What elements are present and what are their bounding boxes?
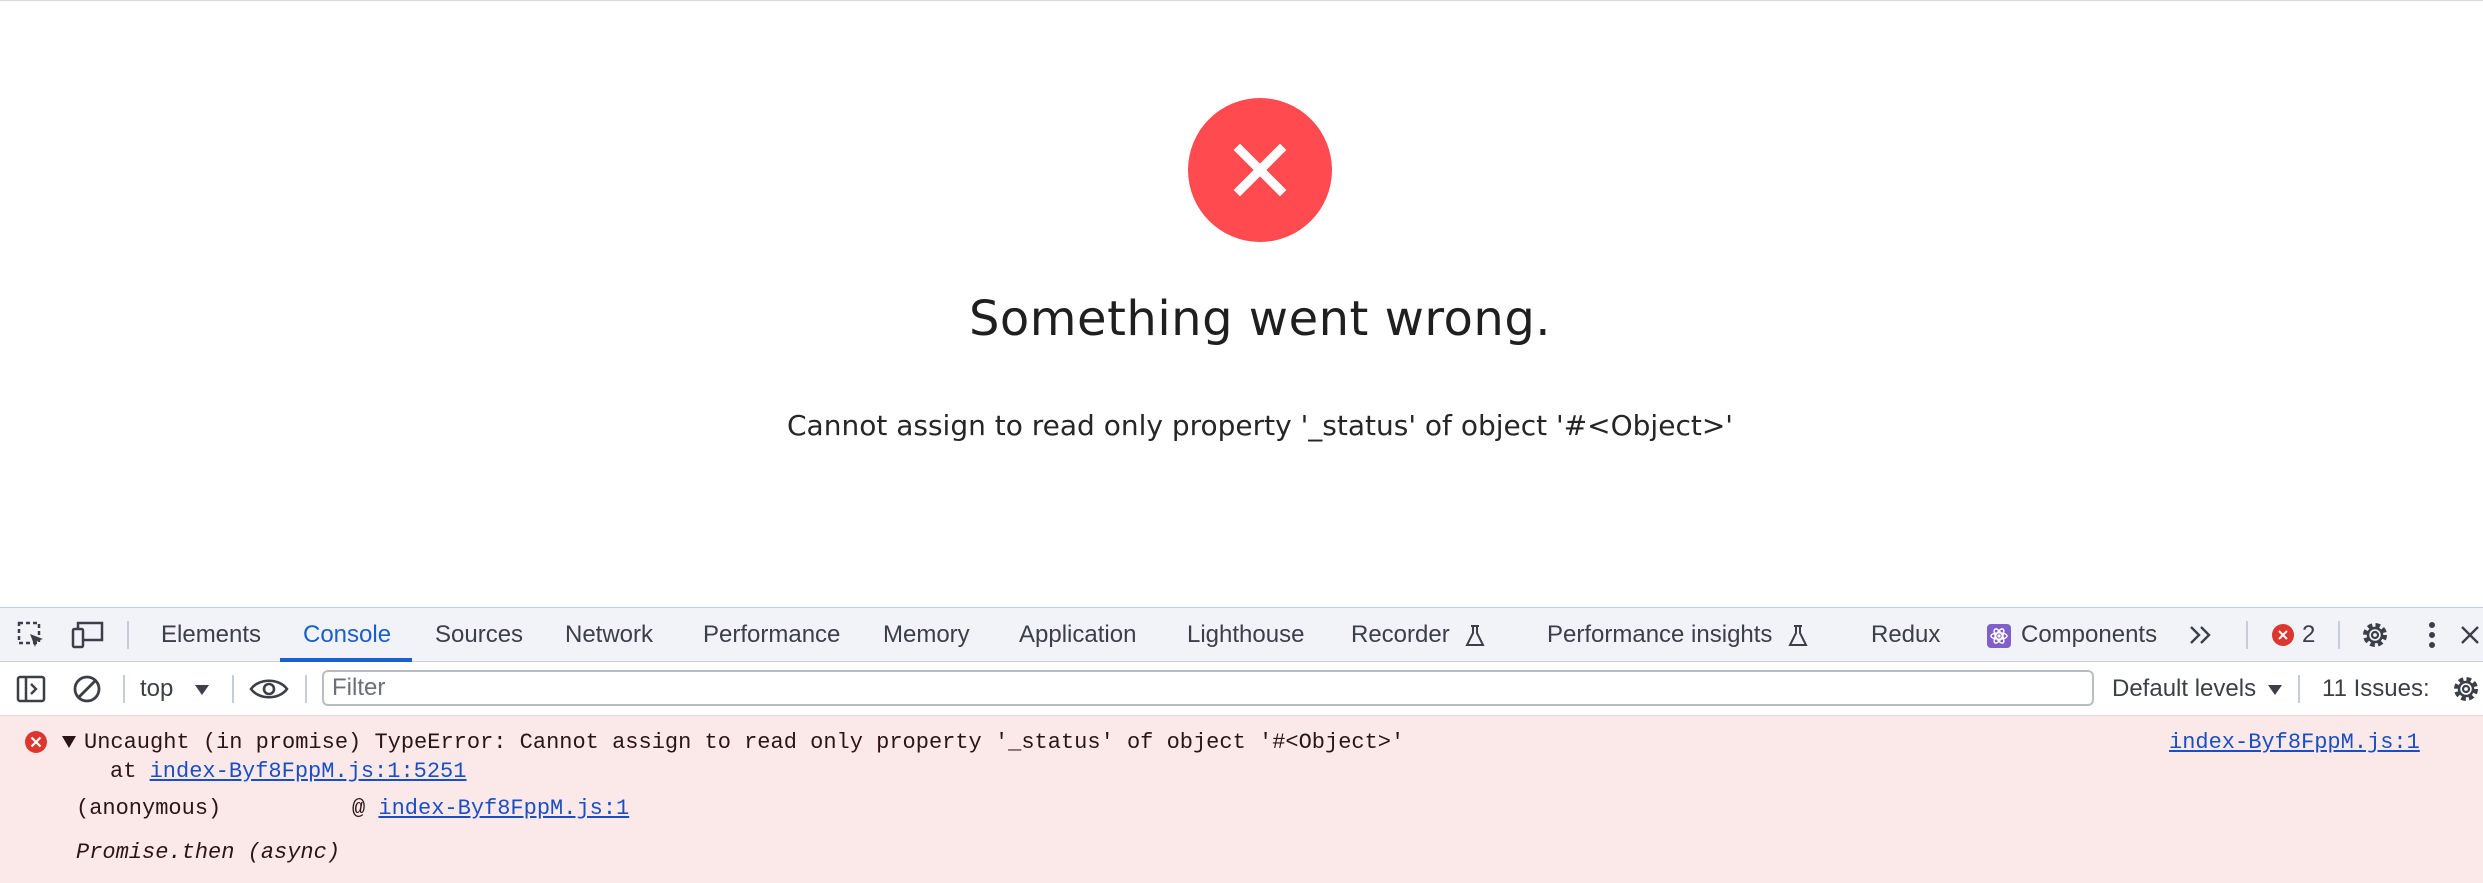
toolbar-divider	[123, 675, 125, 703]
console-settings-gear-icon[interactable]	[2450, 662, 2483, 716]
react-components-icon	[1987, 623, 2011, 648]
stack-link[interactable]: index-Byf8FppM.js:1:5251	[150, 759, 467, 784]
app-error-page: Something went wrong. Cannot assign to r…	[0, 0, 2483, 607]
stack-frame-at: @	[352, 796, 379, 821]
log-levels-select[interactable]: Default levels	[2112, 662, 2283, 716]
source-link[interactable]: index-Byf8FppM.js:1	[2169, 730, 2420, 755]
tab-recorder[interactable]: Recorder	[1351, 608, 1486, 662]
issues-counter[interactable]: 11 Issues:	[2322, 662, 2430, 716]
tab-elements[interactable]: Elements	[161, 608, 261, 662]
gear-icon[interactable]	[2358, 608, 2392, 662]
expand-triangle-icon[interactable]	[61, 735, 77, 754]
stack-frame-link[interactable]: index-Byf8FppM.js:1	[378, 796, 629, 821]
toolbar-divider	[2338, 621, 2340, 649]
context-select-value: top	[140, 675, 174, 702]
eye-icon[interactable]	[248, 662, 290, 716]
toolbar-divider	[232, 675, 234, 703]
tab-console[interactable]: Console	[303, 608, 391, 662]
stack-at-label: at	[110, 759, 150, 784]
dropdown-caret-icon	[2267, 684, 2282, 695]
tab-components[interactable]: Components	[1987, 608, 2157, 662]
experimental-flask-icon	[1465, 624, 1486, 646]
error-dot-icon	[2272, 624, 2294, 646]
console-toolbar: top Filter Default levels 11 Issues:	[0, 662, 2483, 716]
toolbar-divider	[2298, 675, 2300, 703]
tab-sources[interactable]: Sources	[435, 608, 523, 662]
error-icon	[1188, 98, 1332, 242]
devtools-tabbar: Elements Console Sources Network Perform…	[0, 608, 2483, 662]
dropdown-caret-icon	[195, 684, 210, 695]
tab-lighthouse[interactable]: Lighthouse	[1187, 608, 1304, 662]
filter-input[interactable]: Filter	[322, 670, 2094, 706]
tab-performance-insights-label: Performance insights	[1547, 621, 1773, 648]
experimental-flask-icon	[1788, 624, 1808, 646]
error-circle-icon	[24, 730, 48, 759]
inspect-element-icon[interactable]	[14, 608, 48, 662]
context-select[interactable]: top	[140, 662, 210, 716]
tab-application[interactable]: Application	[1019, 608, 1136, 662]
toolbar-divider	[2246, 621, 2248, 649]
stack-frame-name: (anonymous)	[76, 796, 222, 821]
tab-recorder-label: Recorder	[1351, 621, 1450, 648]
kebab-menu-icon[interactable]	[2420, 608, 2444, 662]
error-count-badge[interactable]: 2	[2272, 608, 2315, 662]
log-levels-value: Default levels	[2112, 675, 2257, 702]
error-count: 2	[2302, 621, 2316, 648]
async-boundary-label: Promise.then (async)	[76, 840, 341, 865]
close-devtools-icon[interactable]	[2458, 608, 2482, 662]
toolbar-divider	[127, 621, 129, 649]
tab-performance[interactable]: Performance	[703, 608, 840, 662]
sidebar-toggle-icon[interactable]	[16, 662, 46, 716]
device-toolbar-icon[interactable]	[70, 608, 106, 662]
devtools-panel: Elements Console Sources Network Perform…	[0, 607, 2483, 883]
tab-redux[interactable]: Redux	[1871, 608, 1940, 662]
console-error-message: Uncaught (in promise) TypeError: Cannot …	[0, 716, 2483, 883]
tab-performance-insights[interactable]: Performance insights	[1547, 608, 1809, 662]
error-message: Cannot assign to read only property '_st…	[787, 409, 1733, 442]
chevron-double-right-icon[interactable]	[2186, 608, 2216, 662]
toolbar-divider	[305, 675, 307, 703]
tab-network[interactable]: Network	[565, 608, 653, 662]
clear-console-icon[interactable]	[70, 662, 104, 716]
tab-components-label: Components	[2021, 621, 2158, 648]
error-title: Something went wrong.	[968, 291, 1552, 347]
tab-memory[interactable]: Memory	[883, 608, 970, 662]
error-text: Uncaught (in promise) TypeError: Cannot …	[84, 730, 1405, 755]
